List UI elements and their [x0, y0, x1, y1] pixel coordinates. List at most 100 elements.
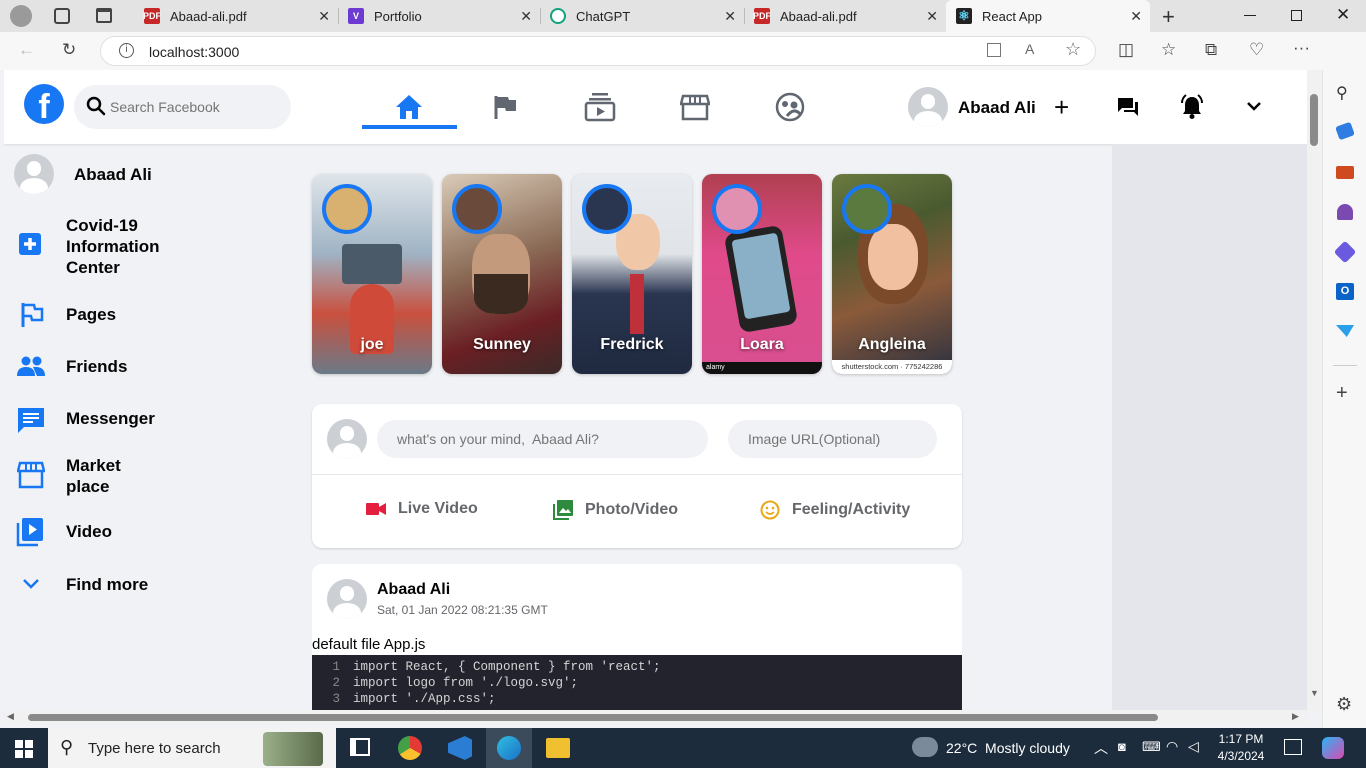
- story-avatar: [452, 184, 502, 234]
- outlook-icon[interactable]: O: [1336, 283, 1354, 300]
- games-icon[interactable]: [1337, 204, 1353, 220]
- file-explorer-icon[interactable]: [546, 738, 570, 758]
- scroll-left-icon[interactable]: ◀: [7, 711, 14, 722]
- post-author[interactable]: Abaad Ali: [377, 581, 450, 599]
- header-user-name[interactable]: Abaad Ali: [958, 98, 1036, 118]
- search-icon[interactable]: ⚲: [1336, 83, 1348, 103]
- weather-cloudy-icon[interactable]: [912, 737, 938, 757]
- clock-date[interactable]: 4/3/2024: [1214, 749, 1268, 763]
- add-icon[interactable]: +: [1336, 382, 1348, 405]
- back-icon[interactable]: ←: [18, 41, 35, 59]
- live-video-button[interactable]: Live Video: [366, 500, 478, 518]
- scrollbar-thumb[interactable]: [28, 714, 1158, 721]
- sidebar-item-label: Find more: [66, 575, 149, 594]
- tab-title: Portfolio: [374, 8, 422, 24]
- story-card[interactable]: shutterstock.com · 775242286 Angleina: [832, 174, 952, 374]
- close-tab-icon[interactable]: ✕: [1130, 8, 1142, 25]
- facebook-logo[interactable]: f: [24, 84, 64, 124]
- info-icon[interactable]: i: [119, 43, 134, 58]
- people-icon: [17, 356, 45, 376]
- windows-start-icon[interactable]: [15, 740, 33, 758]
- shopping-tag-icon[interactable]: [1335, 121, 1355, 141]
- url-field[interactable]: i localhost:3000 A ☆: [100, 36, 1096, 66]
- tools-icon[interactable]: [1336, 166, 1354, 179]
- nav-watch[interactable]: [584, 90, 616, 124]
- story-name: Loara: [740, 336, 784, 353]
- message-input[interactable]: [377, 420, 708, 458]
- nav-home[interactable]: [393, 90, 425, 124]
- close-tab-icon[interactable]: ✕: [318, 8, 330, 25]
- expand-more-icon[interactable]: [1246, 101, 1262, 113]
- settings-gear-icon[interactable]: ⚙: [1336, 694, 1352, 715]
- taskbar-search[interactable]: ⚲ Type here to search: [48, 728, 336, 768]
- notifications-active-icon[interactable]: [1180, 94, 1204, 120]
- minimize-icon[interactable]: [1244, 15, 1256, 16]
- app-available-icon[interactable]: [987, 43, 1001, 57]
- search-input[interactable]: [110, 85, 280, 129]
- tab-abaad-pdf-2[interactable]: PDF Abaad-ali.pdf ✕: [744, 0, 946, 32]
- collections-icon[interactable]: ⧉: [1205, 41, 1217, 59]
- search-bar[interactable]: [74, 85, 291, 129]
- tab-chatgpt[interactable]: ChatGPT ✕: [540, 0, 744, 32]
- code-image: 1 import React, { Component } from 'react…: [312, 655, 962, 710]
- notifications-icon[interactable]: [1284, 739, 1302, 755]
- browser-essentials-icon[interactable]: ♡: [1249, 41, 1264, 59]
- input-method-icon[interactable]: ⌨: [1142, 739, 1161, 755]
- active-tab-indicator: [362, 125, 457, 129]
- pdf-icon: PDF: [753, 8, 771, 24]
- favorite-star-icon[interactable]: ☆: [1065, 39, 1081, 60]
- tab-react-app[interactable]: ⚛ React App ✕: [946, 0, 1150, 32]
- nav-marketplace[interactable]: [679, 90, 711, 124]
- chrome-icon[interactable]: [398, 736, 422, 760]
- wifi-icon[interactable]: ◠: [1166, 738, 1178, 755]
- profile-icon[interactable]: [10, 5, 32, 27]
- meet-now-icon[interactable]: ◙: [1118, 739, 1126, 754]
- scroll-down-icon[interactable]: ▼: [1310, 688, 1319, 698]
- taskbar-search-text: Type here to search: [88, 740, 221, 757]
- scrollbar-thumb[interactable]: [1310, 94, 1318, 146]
- copilot-icon[interactable]: [1322, 737, 1344, 759]
- microsoft-365-icon[interactable]: [1333, 240, 1357, 264]
- task-view-icon[interactable]: [350, 738, 370, 756]
- story-card[interactable]: alamy Loara: [702, 174, 822, 374]
- story-card[interactable]: Fredrick: [572, 174, 692, 374]
- edge-active-slot[interactable]: [486, 728, 532, 768]
- create-plus-icon[interactable]: +: [1054, 92, 1069, 123]
- more-options-icon[interactable]: ···: [1293, 39, 1310, 57]
- tab-abaad-pdf-1[interactable]: PDF Abaad-ali.pdf ✕: [134, 0, 338, 32]
- volume-icon[interactable]: ◁: [1188, 738, 1199, 755]
- restore-icon[interactable]: [1291, 10, 1302, 21]
- weather-text[interactable]: 22°C Mostly cloudy: [946, 740, 1070, 756]
- feeling-activity-button[interactable]: Feeling/Activity: [760, 500, 910, 520]
- close-tab-icon[interactable]: ✕: [724, 8, 736, 25]
- new-tab-icon[interactable]: +: [1162, 4, 1175, 30]
- nav-pages[interactable]: [489, 90, 521, 124]
- sidebar-item-label: Messenger: [66, 409, 155, 428]
- forum-icon[interactable]: [1116, 96, 1140, 118]
- favorites-icon[interactable]: ☆: [1161, 41, 1176, 59]
- image-url-input[interactable]: [728, 420, 937, 458]
- close-window-icon[interactable]: ✕: [1336, 5, 1350, 25]
- collections-icon[interactable]: [54, 8, 70, 24]
- header-avatar[interactable]: [908, 87, 948, 127]
- vertical-scrollbar[interactable]: ▼: [1307, 70, 1322, 710]
- close-tab-icon[interactable]: ✕: [520, 8, 532, 25]
- read-aloud-icon[interactable]: A: [1025, 41, 1034, 57]
- tab-actions-icon[interactable]: [96, 8, 112, 23]
- split-screen-icon[interactable]: ◫: [1118, 41, 1134, 59]
- photo-video-button[interactable]: Photo/Video: [553, 500, 678, 520]
- nav-groups[interactable]: [774, 90, 806, 124]
- horizontal-scrollbar[interactable]: ◀ ▶: [4, 710, 1307, 724]
- watermark: alamy: [702, 362, 822, 374]
- scroll-right-icon[interactable]: ▶: [1292, 711, 1299, 722]
- vscode-icon[interactable]: [448, 736, 472, 760]
- clock-time[interactable]: 1:17 PM: [1216, 732, 1266, 746]
- show-hidden-icons[interactable]: ︿: [1094, 738, 1108, 758]
- close-tab-icon[interactable]: ✕: [926, 8, 938, 25]
- drop-icon[interactable]: [1336, 325, 1354, 337]
- tab-portfolio[interactable]: V Portfolio ✕: [338, 0, 540, 32]
- story-card[interactable]: joe: [312, 174, 432, 374]
- refresh-icon[interactable]: ↻: [62, 41, 76, 59]
- story-card[interactable]: Sunney: [442, 174, 562, 374]
- sidebar-profile[interactable]: Abaad Ali: [14, 154, 152, 194]
